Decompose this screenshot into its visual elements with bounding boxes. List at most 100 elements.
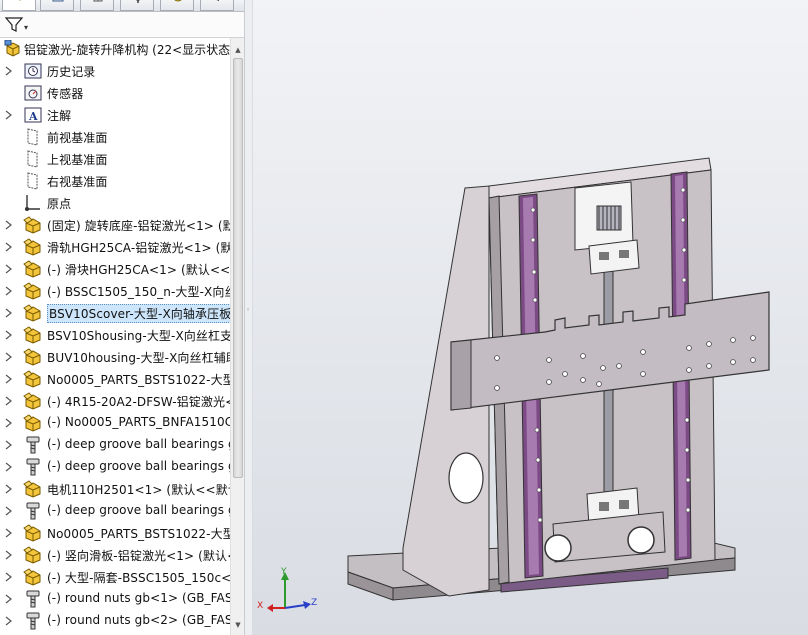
expand-arrow-icon[interactable] — [5, 395, 13, 406]
tree-item-label: (-) 滑块HGH25CA<1> (默认<<默 — [47, 263, 232, 277]
expand-arrow-icon[interactable] — [5, 505, 13, 516]
scroll-down-arrow-icon[interactable]: ▼ — [231, 617, 244, 633]
top-bearing-block — [588, 239, 640, 275]
tree-item[interactable]: BSV10Scover-大型-X向轴承压板 — [0, 302, 232, 324]
tree-item[interactable]: (-) 竖向滑板-铝锭激光<1> (默认< — [0, 544, 232, 566]
panel-splitter[interactable]: ◦ — [244, 0, 253, 635]
expand-arrow-icon[interactable] — [5, 109, 13, 120]
tab-display-manager[interactable] — [160, 0, 194, 11]
expand-arrow-icon[interactable] — [5, 417, 13, 428]
expand-arrow-icon[interactable] — [5, 285, 13, 296]
filter-funnel-icon — [5, 17, 23, 32]
expand-arrow-icon[interactable] — [5, 461, 13, 472]
sliding-plate-edge — [450, 339, 472, 411]
expand-arrow-icon[interactable] — [5, 65, 13, 76]
bottom-block-bolt — [599, 502, 609, 511]
tree-item[interactable]: 电机110H2501<1> (默认<<默认 — [0, 478, 232, 500]
expand-arrow-icon[interactable] — [5, 241, 13, 252]
tree-item[interactable]: 原点 — [0, 192, 232, 214]
tree-item-label: 电机110H2501<1> (默认<<默认 — [47, 483, 232, 497]
graphics-viewport[interactable]: Y X Z — [253, 0, 808, 635]
plane-icon — [23, 128, 43, 146]
tree-item[interactable]: 历史记录 — [0, 60, 232, 82]
expand-arrow-icon[interactable] — [5, 373, 13, 384]
bolt-icon — [23, 612, 43, 630]
sensor-icon — [23, 84, 43, 102]
feature-tree-icon — [19, 0, 21, 1]
expand-arrow-icon[interactable] — [5, 571, 13, 582]
tree-item[interactable]: BUV10housing-大型-X向丝杠辅助 — [0, 346, 232, 368]
bolt-icon — [23, 590, 43, 608]
tab-property-manager[interactable] — [40, 0, 74, 11]
tree-item-label: BSV10Scover-大型-X向轴承压板 — [47, 304, 232, 323]
display-manager-icon — [174, 0, 182, 2]
tree-item[interactable]: (-) No0005_PARTS_BNFA1510C- — [0, 412, 232, 434]
tree-item[interactable]: 上视基准面 — [0, 148, 232, 170]
part-icon — [23, 326, 43, 344]
tree-item[interactable]: A 注解 — [0, 104, 232, 126]
tree-item[interactable]: 滑轨HGH25CA-铝锭激光<1> (默认 — [0, 236, 232, 258]
triad-x-label: X — [257, 601, 264, 611]
expand-arrow-icon[interactable] — [5, 307, 13, 318]
assembly-icon — [4, 40, 20, 57]
tree-item[interactable]: (-) 4R15-20A2-DFSW-铝锭激光< — [0, 390, 232, 412]
tab-feature-tree[interactable] — [2, 0, 36, 11]
tree-root-assembly[interactable]: 铝锭激光-旋转升降机构 (22<显示状态 — [0, 38, 232, 60]
tree-item-label: (-) 4R15-20A2-DFSW-铝锭激光< — [47, 395, 232, 409]
expand-arrow-icon[interactable] — [5, 329, 13, 340]
filter-button[interactable]: ▾ — [3, 16, 31, 35]
tree-item[interactable]: (-) deep groove ball bearings g — [0, 434, 232, 456]
lower-hole-left — [544, 534, 572, 562]
scroll-up-arrow-icon[interactable]: ▲ — [231, 42, 244, 58]
expand-arrow-icon[interactable] — [5, 219, 13, 230]
svg-text:A: A — [28, 110, 38, 123]
expand-arrow-icon[interactable] — [5, 439, 13, 450]
expand-arrow-icon[interactable] — [5, 527, 13, 538]
tree-item-label: (-) No0005_PARTS_BNFA1510C- — [47, 415, 232, 429]
tree-scrollbar[interactable]: ▲ ▼ — [230, 38, 244, 635]
filter-dropdown-arrow-icon: ▾ — [24, 23, 29, 32]
tree-item[interactable]: (-) round nuts gb<1> (GB_FAST — [0, 588, 232, 610]
tree-item[interactable]: 传感器 — [0, 82, 232, 104]
tab-more[interactable] — [200, 0, 234, 11]
tree-item[interactable]: 前视基准面 — [0, 126, 232, 148]
tree-item[interactable]: BSV10Shousing-大型-X向丝杠支 — [0, 324, 232, 346]
feature-tree: 铝锭激光-旋转升降机构 (22<显示状态 历史记录 传感器 A 注解前视基准面上视基准… — [0, 38, 232, 635]
scrollbar-thumb[interactable] — [233, 58, 243, 478]
tree-item[interactable]: (-) deep groove ball bearings g — [0, 456, 232, 478]
tree-item-label: 滑轨HGH25CA-铝锭激光<1> (默认 — [47, 241, 232, 255]
part-icon — [23, 392, 43, 410]
tree-item-label: (-) round nuts gb<2> (GB_FAST — [47, 613, 232, 627]
tab-dimxpert[interactable] — [120, 0, 154, 11]
bolt-icon — [23, 436, 43, 454]
expand-arrow-icon[interactable] — [5, 615, 13, 626]
assembly-model-render[interactable] — [253, 0, 808, 635]
origin-icon — [23, 194, 43, 212]
tree-item-label: 上视基准面 — [47, 153, 108, 167]
tab-configuration-manager[interactable] — [80, 0, 114, 11]
bottom-block-bolt-2 — [619, 500, 629, 509]
expand-arrow-icon[interactable] — [5, 549, 13, 560]
tree-item[interactable]: (-) deep groove ball bearings g — [0, 500, 232, 522]
tree-item-label: 原点 — [47, 197, 72, 211]
tree-item[interactable]: (-) BSSC1505_150_n-大型-X向丝杠 — [0, 280, 232, 302]
tree-item[interactable]: No0005_PARTS_BSTS1022-大型X — [0, 368, 232, 390]
tree-item[interactable]: (固定) 旋转底座-铝锭激光<1> (默 — [0, 214, 232, 236]
tree-item-label: 右视基准面 — [47, 175, 108, 189]
part-icon — [23, 304, 43, 322]
tree-item-label: (-) BSSC1505_150_n-大型-X向丝杠 — [47, 285, 232, 299]
expand-arrow-icon[interactable] — [5, 483, 13, 494]
tree-item[interactable]: 右视基准面 — [0, 170, 232, 192]
tree-item[interactable]: (-) 滑块HGH25CA<1> (默认<<默 — [0, 258, 232, 280]
expand-arrow-icon[interactable] — [5, 263, 13, 274]
expand-arrow-icon[interactable] — [5, 593, 13, 604]
expand-arrow-icon[interactable] — [5, 351, 13, 362]
filter-bar: ▾ — [0, 12, 244, 38]
tree-item[interactable]: (-) 大型-隔套-BSSC1505_150c<1 — [0, 566, 232, 588]
tree-item-label: No0005_PARTS_BSTS1022-大型X — [47, 373, 232, 387]
axis-triad-icon — [267, 572, 311, 612]
tree-item-label: 注解 — [47, 109, 72, 123]
tree-item[interactable]: No0005_PARTS_BSTS1022-大型X — [0, 522, 232, 544]
annotation-icon: A — [23, 106, 43, 124]
tree-item[interactable]: (-) round nuts gb<2> (GB_FAST — [0, 610, 232, 632]
